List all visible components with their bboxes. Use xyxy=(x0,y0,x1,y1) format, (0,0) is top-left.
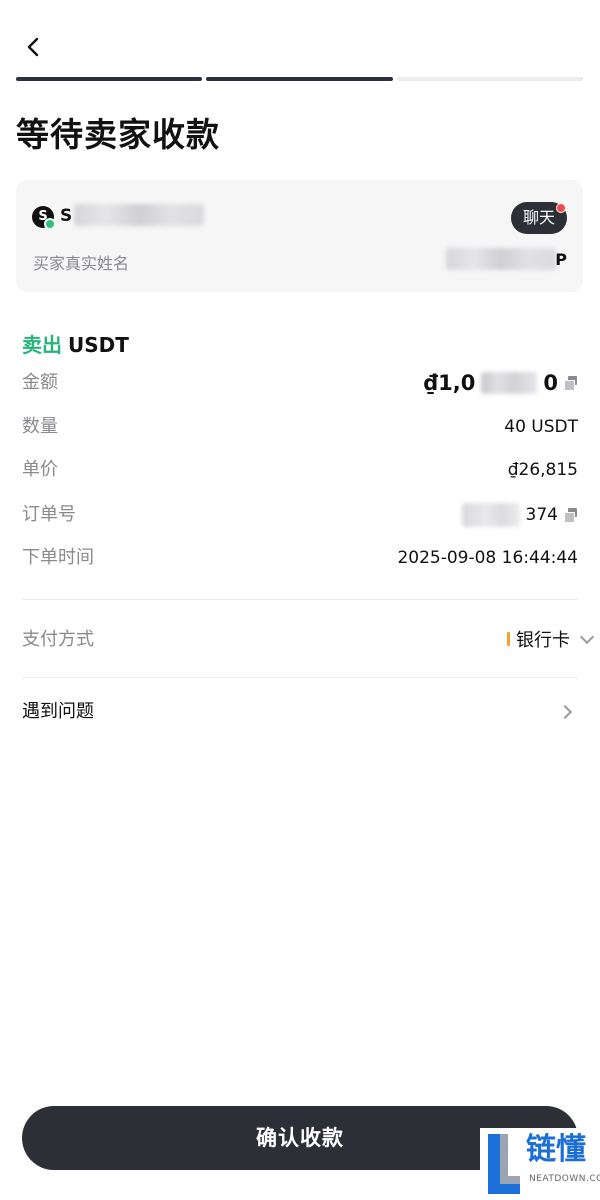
neatdown-logo-icon xyxy=(488,1134,520,1194)
amount-suffix: 0 xyxy=(543,371,558,395)
order-heading: 卖出 USDT xyxy=(22,329,129,358)
watermark: 链懂 NEATDOWN.COM xyxy=(480,1128,600,1200)
payment-method-row: 支付方式 xyxy=(22,626,578,654)
payment-method-selector[interactable]: 银行卡 xyxy=(507,626,595,652)
payment-method-label: 支付方式 xyxy=(22,629,94,650)
order-asset: USDT xyxy=(68,333,129,357)
quantity-value: 40 USDT xyxy=(504,417,578,437)
divider xyxy=(22,677,578,678)
quantity-label: 数量 xyxy=(22,416,58,437)
chevron-left-icon xyxy=(27,37,39,57)
progress-bar xyxy=(16,77,583,83)
payment-method-value: 银行卡 xyxy=(516,630,570,651)
quantity-row: 数量 40 USDT xyxy=(22,413,578,441)
price-value: ₫26,815 xyxy=(507,460,578,480)
amount-value: ₫1,0 0 xyxy=(424,369,578,397)
order-side: 卖出 xyxy=(22,333,62,357)
amount-prefix: ₫1,0 xyxy=(423,371,476,395)
chevron-right-icon xyxy=(557,704,573,720)
buyer-name-redacted xyxy=(74,204,204,226)
watermark-text: 链懂 xyxy=(526,1132,586,1167)
order-time-value: 2025-09-08 16:44:44 xyxy=(397,548,578,568)
divider xyxy=(22,599,578,600)
avatar: S xyxy=(32,206,56,230)
buyer-name: S xyxy=(60,206,73,226)
order-number-value: 374 xyxy=(461,501,578,529)
buyer-card: S S 聊天 买家真实姓名 P xyxy=(16,180,583,292)
watermark-subtext: NEATDOWN.COM xyxy=(529,1174,600,1184)
order-number-redacted xyxy=(461,503,520,527)
order-number-label: 订单号 xyxy=(22,504,76,525)
amount-row: 金额 ₫1,0 0 xyxy=(22,369,578,397)
order-time-label: 下单时间 xyxy=(22,547,94,568)
order-number-row: 订单号 374 xyxy=(22,501,578,529)
buyer-realname-label: 买家真实姓名 xyxy=(33,254,130,273)
order-time-row: 下单时间 2025-09-08 16:44:44 xyxy=(22,544,578,572)
price-row: 单价 ₫26,815 xyxy=(22,456,578,484)
copy-icon[interactable] xyxy=(564,508,578,523)
chat-button[interactable]: 聊天 xyxy=(510,202,567,234)
buyer-realname-value: P xyxy=(555,250,567,269)
notification-dot xyxy=(556,203,566,213)
progress-step-1 xyxy=(16,77,203,81)
buyer-realname-redacted xyxy=(446,248,556,270)
chat-button-label: 聊天 xyxy=(522,208,555,227)
back-button[interactable] xyxy=(18,32,48,62)
chevron-down-icon xyxy=(579,629,595,644)
amount-redacted xyxy=(481,372,538,394)
progress-step-3 xyxy=(396,77,583,81)
report-problem-label: 遇到问题 xyxy=(22,701,94,722)
progress-step-2 xyxy=(206,77,393,81)
amount-label: 金额 xyxy=(22,372,58,393)
bank-card-icon xyxy=(507,632,510,646)
price-label: 单价 xyxy=(22,459,58,480)
page-title: 等待卖家收款 xyxy=(16,115,220,154)
report-problem-row[interactable]: 遇到问题 xyxy=(22,696,578,728)
online-indicator xyxy=(44,218,56,230)
order-number-suffix: 374 xyxy=(525,505,558,525)
copy-icon[interactable] xyxy=(564,376,578,391)
